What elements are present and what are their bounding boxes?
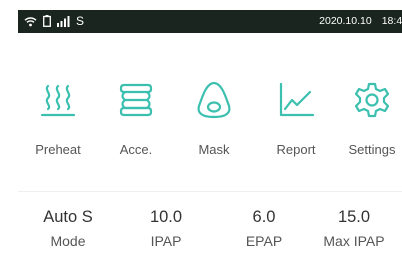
mask-icon xyxy=(197,81,231,119)
device-screen: S 2020.10.10 18:45 Preheat xyxy=(18,10,402,273)
param-ipap-label: IPAP xyxy=(150,233,182,249)
param-mode-value: Auto S xyxy=(43,208,93,226)
status-time: 18:45 xyxy=(381,15,402,27)
param-ipap: 10.0 IPAP xyxy=(118,208,214,249)
menu-preheat[interactable]: Preheat xyxy=(22,80,94,166)
menu-report[interactable]: Report xyxy=(260,80,332,166)
menu-report-label: Report xyxy=(276,142,316,157)
menu-accessories[interactable]: Acce. xyxy=(100,80,172,166)
carrier-label: S xyxy=(76,14,85,28)
menu-settings-label: Settings xyxy=(348,142,396,157)
status-icons: S xyxy=(24,13,85,29)
param-mode-label: Mode xyxy=(50,233,86,249)
param-epap-label: EPAP xyxy=(245,233,283,249)
menu-mask[interactable]: Mask xyxy=(178,80,250,166)
menu-accessories-label: Acce. xyxy=(119,142,153,157)
status-bar: S 2020.10.10 18:45 xyxy=(18,10,402,33)
status-date: 2020.10.10 xyxy=(319,15,372,27)
divider xyxy=(18,191,402,192)
param-epap-value: 6.0 xyxy=(252,208,276,226)
therapy-params: Auto S Mode 10.0 IPAP 6.0 EPAP 15.0 Max … xyxy=(18,208,402,268)
wifi-icon xyxy=(24,16,37,26)
date-time: 2020.10.10 18:45 xyxy=(319,15,402,27)
menu-settings[interactable]: Settings xyxy=(336,80,402,166)
accessories-icon xyxy=(119,83,153,117)
line-chart-icon xyxy=(279,82,315,117)
param-max-ipap: 15.0 Max IPAP xyxy=(306,208,402,249)
param-max-ipap-value: 15.0 xyxy=(337,208,371,226)
param-ipap-value: 10.0 xyxy=(149,208,183,226)
param-epap: 6.0 EPAP xyxy=(216,208,312,249)
param-max-ipap-label: Max IPAP xyxy=(323,233,385,249)
menu-row: Preheat Acce. Mask Report Settings xyxy=(18,80,402,170)
heat-waves-icon xyxy=(40,84,76,117)
gear-icon xyxy=(354,82,390,118)
param-mode: Auto S Mode xyxy=(20,208,116,249)
signal-icon xyxy=(57,15,70,27)
menu-mask-label: Mask xyxy=(198,142,230,157)
menu-preheat-label: Preheat xyxy=(35,142,81,157)
battery-icon xyxy=(43,15,51,27)
